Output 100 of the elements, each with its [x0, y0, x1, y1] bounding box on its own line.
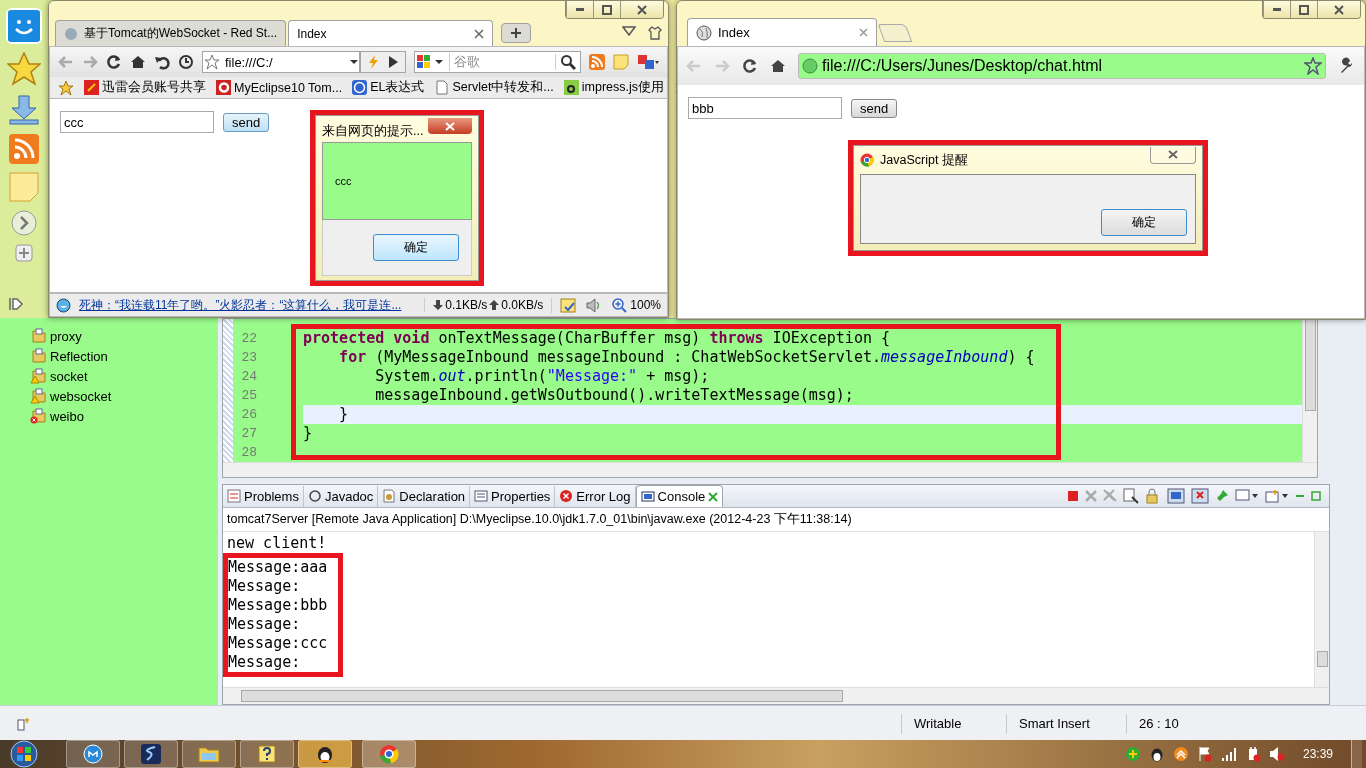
browser-tab[interactable]: 基于Tomcat的WebSocket - Red St... [55, 20, 287, 46]
horizontal-scrollbar[interactable] [223, 687, 1329, 704]
bookmark-link[interactable]: MyEclipse10 Tom... [216, 80, 343, 95]
ok-button[interactable]: 确定 [373, 234, 459, 261]
status-field: 26 : 10 [1126, 713, 1241, 734]
code-line: messageInbound.getWsOutbound().writeTextMessage(msg); [374, 386, 855, 405]
view-icon [640, 489, 655, 504]
rss-icon[interactable] [9, 134, 39, 164]
view-tab[interactable]: Javadoc [303, 485, 379, 507]
scrollbar[interactable] [1314, 532, 1329, 687]
help-note-icon[interactable] [257, 744, 277, 764]
view-tab[interactable]: Problems [223, 485, 304, 507]
clock-icon[interactable] [178, 54, 194, 70]
message-input[interactable]: bbb [688, 97, 842, 119]
send-button[interactable]: send [851, 98, 898, 118]
maximize-button[interactable] [593, 1, 620, 18]
console-line: Message:aaa [223, 553, 343, 577]
monitor-x-icon[interactable] [1191, 488, 1209, 504]
checked-note-icon[interactable] [560, 297, 577, 313]
minimize-button[interactable] [566, 1, 593, 18]
scrollbar[interactable] [1302, 319, 1317, 462]
minimize-button[interactable] [1263, 1, 1290, 18]
tab-close-icon[interactable] [859, 28, 868, 37]
project-name[interactable]: proxy [50, 328, 82, 344]
undo-icon[interactable] [154, 54, 170, 70]
signal-bars-icon[interactable] [1220, 746, 1237, 762]
bookmark-star-icon[interactable] [58, 79, 74, 96]
horizontal-scrollbar[interactable] [223, 462, 1317, 477]
rss-icon[interactable] [589, 54, 605, 70]
close-button[interactable] [620, 1, 663, 18]
up-chevron-icon[interactable] [1172, 746, 1189, 762]
message-input[interactable]: ccc [60, 111, 214, 133]
zoom-control[interactable]: 100% [612, 297, 661, 313]
project-name[interactable]: Reflection [50, 348, 108, 364]
dropdown-caret-icon [348, 59, 359, 65]
view-tab[interactable]: Properties [470, 485, 556, 507]
reload-icon[interactable] [742, 58, 758, 74]
monitor-dropdown-icon[interactable] [1235, 489, 1259, 503]
clear-console-icon[interactable] [1123, 488, 1139, 504]
browser-tab[interactable]: Index [288, 20, 494, 46]
browser-tab[interactable]: Index [687, 18, 877, 46]
flag-icon[interactable] [1196, 746, 1213, 762]
swirl-app-icon[interactable] [141, 744, 161, 764]
view-tab[interactable]: Error Log [555, 485, 636, 507]
chrome-logo-icon [860, 153, 874, 167]
folder-icon[interactable] [198, 745, 220, 763]
new-tab-button[interactable] [501, 23, 532, 43]
expand-arrow-icon[interactable] [8, 296, 24, 312]
refresh-icon[interactable] [106, 54, 122, 70]
bookmark-link[interactable]: Servlet中转发和... [434, 79, 554, 96]
penguin-icon[interactable] [315, 744, 335, 764]
star-icon[interactable] [7, 52, 41, 86]
search-icon[interactable] [560, 54, 576, 70]
address-bar[interactable]: file:///C:/Users/Junes/Desktop/chat.html [798, 53, 1326, 79]
maximize-button[interactable] [1290, 1, 1317, 18]
chrome-logo-icon[interactable] [379, 744, 399, 764]
stop-icon[interactable] [1067, 490, 1079, 502]
bookmark-link[interactable]: 迅雷会员账号共享 [84, 79, 206, 96]
smiley-icon[interactable] [8, 10, 40, 42]
add-gadget-icon[interactable] [15, 244, 33, 262]
chevron-right-icon[interactable] [11, 210, 37, 236]
download-speed: 0.1KB/s [445, 298, 488, 312]
shirt-icon[interactable] [648, 26, 662, 40]
play-icon[interactable] [386, 55, 399, 69]
project-name[interactable]: weibo [50, 408, 84, 424]
scroll-lock-icon[interactable] [1145, 488, 1161, 504]
clock[interactable]: 23:39 [1292, 747, 1343, 761]
pin-monitor-icon[interactable] [1167, 488, 1185, 504]
show-desktop-button[interactable] [1351, 740, 1362, 768]
dropdown-triangle-icon[interactable] [622, 26, 636, 36]
circle-app-icon[interactable] [83, 744, 103, 764]
code-line: protected void onTextMessage(CharBuffer msg) throws IOException { [303, 329, 892, 348]
ok-button[interactable]: 确定 [1101, 209, 1187, 236]
home-icon[interactable] [770, 58, 786, 74]
console-line: Message: [223, 615, 343, 634]
search-field[interactable]: 谷歌 [413, 51, 581, 73]
home-icon[interactable] [130, 54, 146, 70]
dialog-title: JavaScript 提醒 [880, 151, 968, 169]
bookmark-link[interactable]: impress.js使用 [563, 79, 665, 96]
star-outline-icon[interactable] [1304, 57, 1322, 75]
close-button[interactable] [428, 118, 472, 134]
close-button[interactable] [1150, 146, 1196, 164]
tab-close-icon[interactable] [708, 491, 719, 502]
address-bar[interactable]: file:///C:/ [202, 51, 360, 73]
download-icon[interactable] [8, 94, 40, 126]
project-name[interactable]: socket [50, 368, 88, 384]
close-button[interactable] [1317, 1, 1360, 18]
plus-badge-icon[interactable] [1124, 746, 1141, 762]
translate-icon[interactable] [637, 54, 659, 70]
bookmark-link[interactable]: EL表达式 [352, 79, 425, 96]
view-tab[interactable]: Console [635, 485, 724, 507]
speaker-muted-icon[interactable] [1268, 746, 1285, 762]
project-name[interactable]: websocket [50, 388, 112, 404]
pin-icon[interactable] [1215, 489, 1229, 503]
send-button[interactable]: send [223, 112, 270, 132]
code-line: for (MyMessageInbound messageInbound : ChatWebSocketServlet.messageInbound) { [338, 348, 1036, 367]
news-link[interactable]: 死神：“我连载11年了哟。”火影忍者：“这算什么，我可是连... [79, 296, 402, 314]
view-tab[interactable]: Declaration [378, 485, 471, 507]
new-console-icon[interactable] [1265, 489, 1289, 503]
tab-close-icon[interactable] [474, 28, 485, 39]
